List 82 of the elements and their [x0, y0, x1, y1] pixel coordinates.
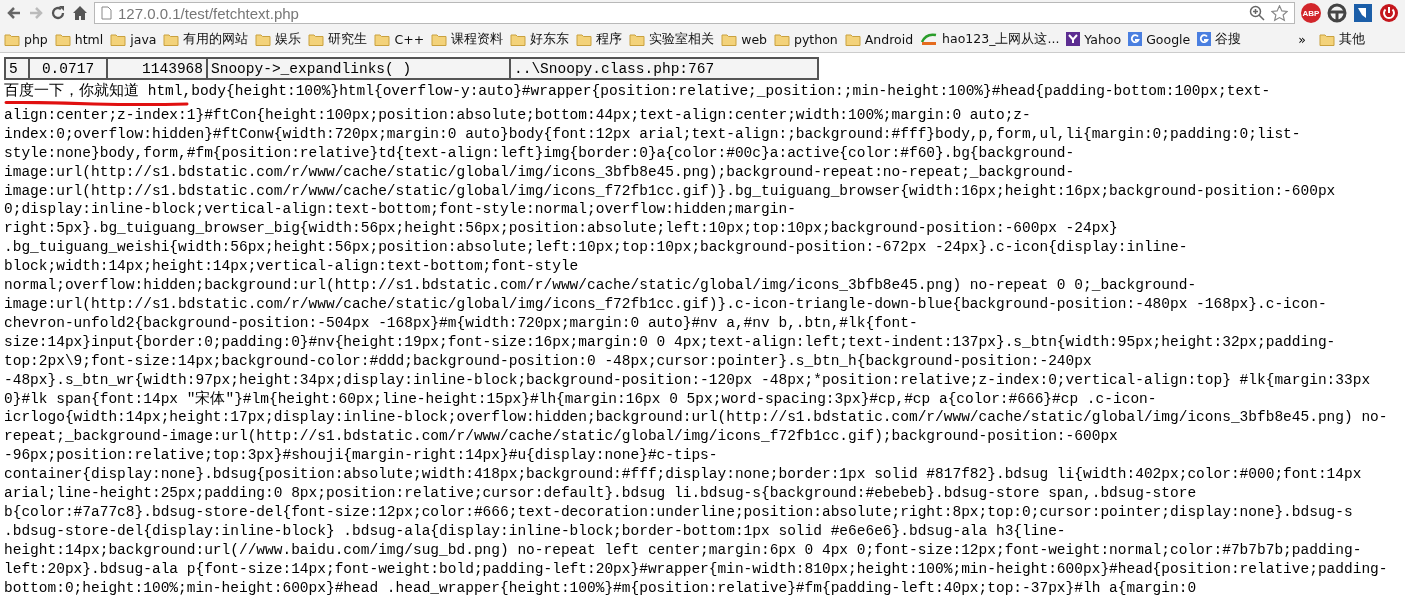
home-icon[interactable] — [72, 5, 88, 21]
url-text: 127.0.0.1/test/fetchtext.php — [118, 4, 299, 22]
code-line: -96px;position:relative;top:3px}#shouji{margin-right:14px}#u{display:none}#c-tips- — [4, 446, 718, 466]
bookmark[interactable]: 娱乐 — [255, 30, 302, 48]
bookmark[interactable]: html — [54, 31, 104, 47]
table-cell: 1143968 — [107, 58, 207, 79]
folder-icon — [54, 32, 71, 46]
code-line: normal;overflow:hidden;background:url(http://s1.bdstatic.com/r/www/cache/static/global/img/icons_3bfb8e45.png) no-repeat 0 0;_background- — [4, 276, 1197, 295]
extension-icon[interactable] — [1353, 3, 1373, 23]
folder-icon — [629, 32, 646, 46]
code-line: block;width:14px;height:14px;vertical-align:text-bottom;font-style — [4, 257, 579, 277]
code-line: .bdsug-store-del{display:inline-block} .bdsug-ala{display:inline-block;border-bottom:1px solid #e6e6e6}.bdsug-ala h3{line- — [4, 521, 1066, 541]
folder-icon — [576, 32, 593, 46]
folder-icon — [163, 32, 180, 46]
zoom-icon[interactable] — [1249, 5, 1265, 21]
bookmark[interactable]: 好东东 — [510, 30, 570, 48]
bookmark[interactable]: Yahoo — [1066, 31, 1122, 47]
folder-icon — [431, 32, 448, 46]
bookmark[interactable]: php — [4, 31, 48, 47]
address-bar[interactable]: 127.0.0.1/test/fetchtext.php — [94, 2, 1295, 24]
bookmark[interactable]: 其他 — [1318, 30, 1365, 48]
folder-icon — [721, 32, 738, 46]
bookmark[interactable]: web — [721, 31, 768, 47]
code-line: 百度一下，你就知道 html,body{height:100%}html{overflow-y:auto}#wrapper{position:relative;_position:;min-height:100%}#head{padding-bottom:100px;text- — [4, 82, 1271, 101]
folder-icon — [110, 32, 127, 46]
code-line: bottom:0;height:100%;min-height:600px}#head .head_wrapper{height:100%}#m{position:relative}#fm{padding-left:40px;top:-37px}#lh a{margin:0 — [4, 578, 1197, 598]
bookmark[interactable]: 课程资料 — [431, 30, 504, 48]
code-line: 0}#lk span{font:14px "宋体"}#lm{height:60px;line-height:15px}#lh{margin:16px 0 5px;word-spacing:3px}#cp,#cp a{color:#666}#cp .c-icon- — [4, 389, 1157, 409]
folder-icon — [374, 32, 391, 46]
table-cell: Snoopy->_expandlinks( ) — [207, 58, 510, 79]
code-line: image:url(http://s1.bdstatic.com/r/www/cache/static/global/img/icons_3bfb8e45.png);background-repeat:no-repeat;_background- — [4, 162, 1075, 182]
folder-icon — [774, 32, 791, 46]
code-line: right:5px}.bg_tuiguang_browser_big{width:56px;height:56px;position:absolute;left:10px;top:10px;background-position:-600px -24px} — [4, 219, 1118, 239]
star-icon[interactable] — [1271, 4, 1288, 22]
more-bookmarks-button[interactable]: » — [1248, 31, 1312, 47]
bookmark[interactable]: hao123_上网从这... — [920, 30, 1060, 48]
code-line: chevron-unfold2{background-position:-504px -168px}#m{width:720px;margin:0 auto}#nv a,#nv b,.btn,#lk{font- — [4, 313, 918, 333]
table-cell: 5 — [5, 58, 29, 79]
bookmark[interactable]: 谷搜 — [1197, 30, 1242, 48]
steering-wheel-icon[interactable] — [1327, 3, 1347, 23]
google-icon — [1128, 32, 1143, 46]
bookmark[interactable]: python — [774, 31, 838, 47]
code-line: style:none}body,form,#fm{position:relative}td{text-align:left}img{border:0}a{color:#00c}a:active{color:#f60}.bg{background- — [4, 143, 1075, 163]
bookmark[interactable]: 有用的网站 — [163, 30, 249, 48]
code-line: size:14px}input{border:0;padding:0}#nv{height:19px;font-size:16px;margin:0 0 4px;text-align:left;text-indent:137px}.s_btn{width:95px;height:32px;padding- — [4, 332, 1336, 352]
code-line: 0;display:inline-block;vertical-align:text-bottom;font-style:normal;overflow:hidden;margin- — [4, 200, 796, 220]
code-line: icrlogo{width:14px;height:17px;display:inline-block;overflow:hidden;background:url(http://s1.bdstatic.com/r/www/cache/static/global/img/icons_3bfb8e45.png) no- — [4, 408, 1388, 428]
bookmark[interactable]: C++ — [374, 31, 425, 47]
bookmark[interactable]: 程序 — [576, 30, 623, 48]
code-line: index:0;overflow:hidden}#ftConw{width:720px;margin:0 auto}body{font:12px arial;text-align:;background:#fff}body,p,form,ul,li{margin:0;padding:0;list- — [4, 124, 1301, 144]
code-line: b{color:#7a77c8}.bdsug-store-del{font-size:12px;color:#666;text-decoration:underline;position:absolute;right:8px;top:0;cursor:pointer;display:none}.bdsug-s — [4, 502, 1353, 522]
bookmark[interactable]: java — [110, 31, 157, 47]
table-cell: 0.0717 — [29, 58, 107, 79]
code-line: top:2px\9;font-size:14px;background-color:#ddd;background-position:0 -48px;cursor:pointer}.s_btn_h{background-position:-240px — [4, 351, 1092, 371]
folder-icon — [4, 32, 20, 46]
code-line: .bg_tuiguang_weishi{width:56px;height:56px;position:absolute;left:10px;top:10px;background-position:-672px -24px}.c-icon{display:inline- — [4, 238, 1188, 258]
reload-icon[interactable] — [50, 5, 66, 21]
code-line: arial;line-height:25px;padding:0 8px;position:relative;cursor:default}.bdsug li.bdsug-s{background:#ebebeb}.bdsug-store span,.bdsug-store — [4, 484, 1197, 503]
code-line: -48px}.s_btn_wr{width:97px;height:34px;display:inline-block;background-position:-120px -48px;*position:relative;z-index:0;vertical-align:top} #lk{margin:33px — [4, 370, 1371, 390]
bookmark[interactable]: Google — [1128, 31, 1191, 47]
code-line: container{display:none}.bdsug{position:absolute;width:418px;background:#fff;display:none;border:1px solid #817f82}.bdsug li{width:402px;color:#000;font:14px — [4, 465, 1362, 485]
bookmark[interactable]: 实验室相关 — [629, 30, 715, 48]
page-icon — [101, 6, 112, 20]
folder-icon — [1318, 32, 1335, 46]
code-line: left:20px}.bdsug-ala p{font-size:14px;font-weight:bold;padding-left:20px}#wrapper{min-width:810px;height:100%;min-height:600px}#head{position:relative;padding- — [4, 559, 1388, 579]
back-icon[interactable] — [6, 5, 22, 21]
google-icon — [1197, 32, 1212, 46]
code-line: image:url(http://s1.bdstatic.com/r/www/cache/static/global/img/icons_f72fb1cc.gif)}.c-icon-triangle-down-blue{background-position:-480px -168px}.c-icon- — [4, 294, 1327, 314]
folder-icon — [255, 32, 272, 46]
folder-icon — [308, 32, 325, 46]
code-line: align:center;z-index:1}#ftCon{height:100px;position:absolute;bottom:44px;text-align:center;width:100%;margin:0 auto;z- — [4, 105, 1031, 125]
code-line: image:url(http://s1.bdstatic.com/r/www/cache/static/global/img/icons_f72fb1cc.gif)}.bg_tuiguang_browser{width:16px;height:16px;background-position:-600px — [4, 181, 1336, 201]
bookmark[interactable]: Android — [844, 31, 914, 47]
code-line: repeat;_background-image:url(http://s1.bdstatic.com/r/www/cache/static/global/img/icons_f72fb1cc.gif);background-position:-600px — [4, 427, 1118, 447]
power-icon[interactable] — [1379, 3, 1399, 23]
adblock-button[interactable]: ABP — [1301, 3, 1321, 23]
code-line: height:14px;background:url(//www.baidu.com/img/sug_bd.png) no-repeat left center;margin:6px 0 4px 0;font-size:12px;font-weight:normal;color:#7b7b7b;padding- — [4, 540, 1362, 560]
yahoo-icon — [1066, 32, 1081, 46]
folder-icon — [844, 32, 861, 46]
folder-icon — [510, 32, 527, 46]
table-cell: ..\Snoopy.class.php:767 — [510, 58, 818, 79]
bookmark[interactable]: 研究生 — [308, 30, 368, 48]
